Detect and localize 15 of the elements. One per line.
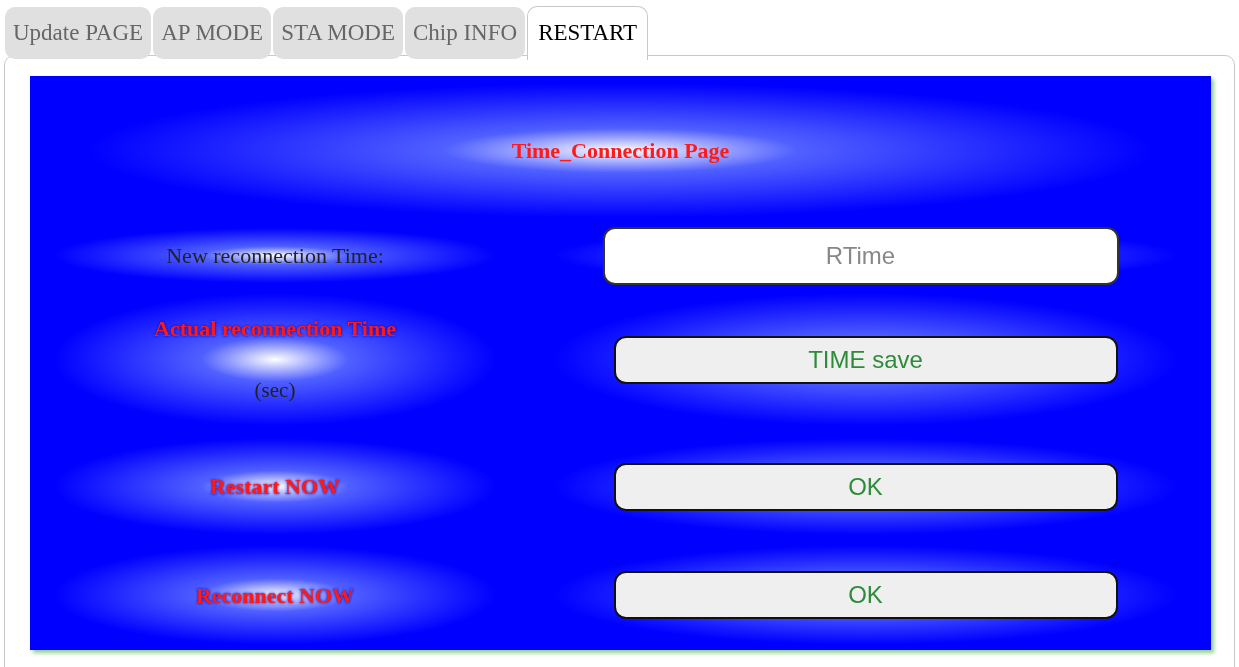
row-label: Restart NOW bbox=[209, 473, 341, 501]
row-label: Reconnect NOW bbox=[195, 581, 355, 610]
tab[interactable]: RESTART bbox=[527, 6, 649, 60]
tab[interactable]: AP MODE bbox=[153, 7, 272, 59]
action-button[interactable]: TIME save bbox=[613, 335, 1118, 384]
row-label: Actual reconnection Time bbox=[154, 315, 396, 344]
time-input[interactable]: RTime bbox=[602, 226, 1119, 285]
tab[interactable]: Update PAGE bbox=[5, 7, 152, 59]
row-label: New reconnection Time: bbox=[166, 242, 384, 270]
tab[interactable]: Chip INFO bbox=[404, 7, 526, 59]
page-title: Time_Connection Page bbox=[511, 137, 730, 165]
action-button[interactable]: OK bbox=[613, 571, 1118, 619]
tab[interactable]: STA MODE bbox=[273, 7, 403, 59]
action-button[interactable]: OK bbox=[613, 462, 1118, 511]
unit-label: (sec) bbox=[254, 377, 296, 405]
